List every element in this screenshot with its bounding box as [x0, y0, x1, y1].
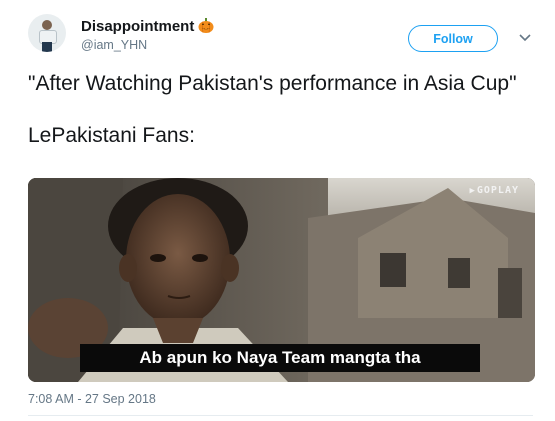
- video-caption: Ab apun ko Naya Team mangta tha: [80, 344, 480, 372]
- chevron-down-icon[interactable]: [518, 30, 532, 44]
- goplay-watermark: ▶GOPLAY: [469, 185, 519, 196]
- display-name-row[interactable]: Disappointment: [81, 18, 214, 35]
- tweet-text: "After Watching Pakistan's performance i…: [28, 70, 528, 149]
- divider: [28, 415, 533, 416]
- watermark-text: GOPLAY: [476, 185, 519, 196]
- tweet-text-line: "After Watching Pakistan's performance i…: [28, 72, 517, 95]
- display-name[interactable]: Disappointment: [81, 18, 194, 35]
- tweet-header: Disappointment @iam_YHN Follow: [28, 14, 538, 60]
- user-handle[interactable]: @iam_YHN: [81, 38, 214, 52]
- tweet-media-image[interactable]: ▶GOPLAY Ab apun ko Naya Team mangta tha: [28, 178, 535, 382]
- tweet-timestamp[interactable]: 7:08 AM - 27 Sep 2018: [28, 392, 156, 406]
- follow-button[interactable]: Follow: [408, 25, 498, 52]
- user-name-block[interactable]: Disappointment @iam_YHN: [81, 18, 214, 52]
- avatar[interactable]: [28, 14, 66, 52]
- jack-o-lantern-icon: [198, 18, 214, 33]
- tweet-text-line: LePakistani Fans:: [28, 124, 195, 147]
